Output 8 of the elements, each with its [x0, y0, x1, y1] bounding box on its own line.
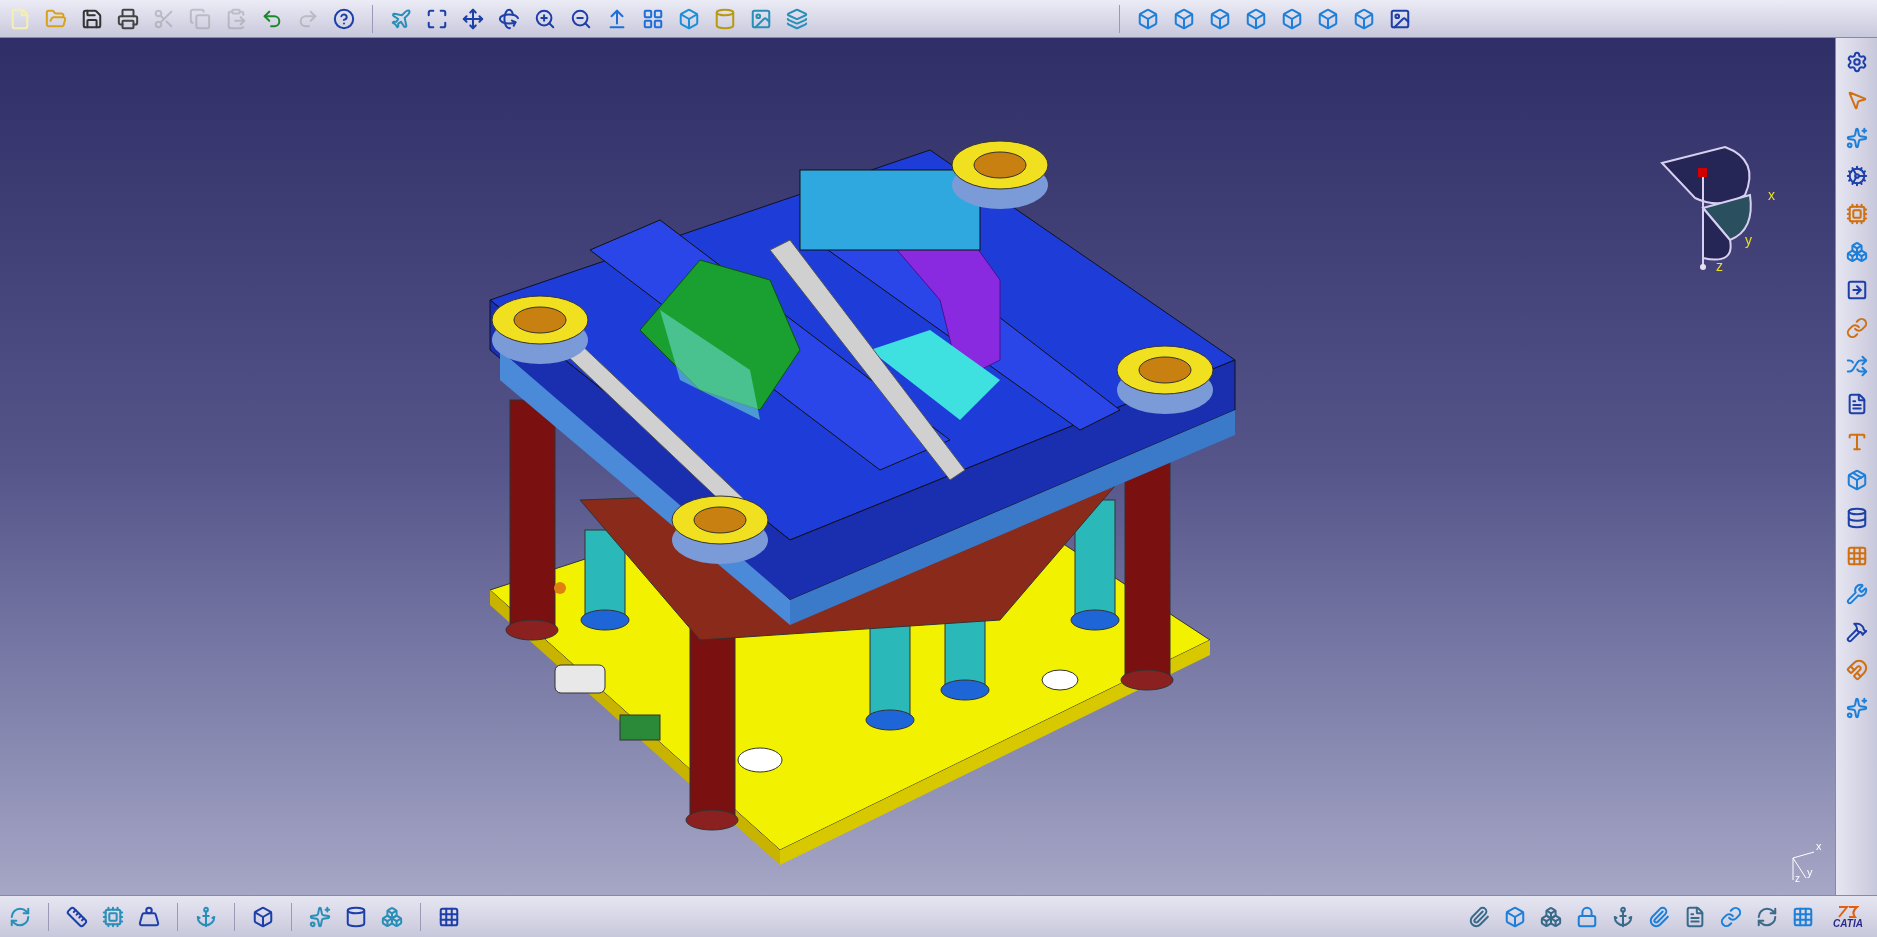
axis-y-label: y — [1807, 866, 1813, 878]
axis-x-label: x — [1816, 840, 1822, 852]
compass-y-label: y — [1745, 232, 1752, 248]
compass-x-label: x — [1768, 187, 1775, 203]
3d-viewport[interactable]: x y z x y z — [0, 38, 1835, 895]
compass-z-label: z — [1716, 258, 1723, 274]
logo-text: CATIA — [1833, 918, 1863, 929]
axis-z-label: z — [1795, 873, 1800, 884]
